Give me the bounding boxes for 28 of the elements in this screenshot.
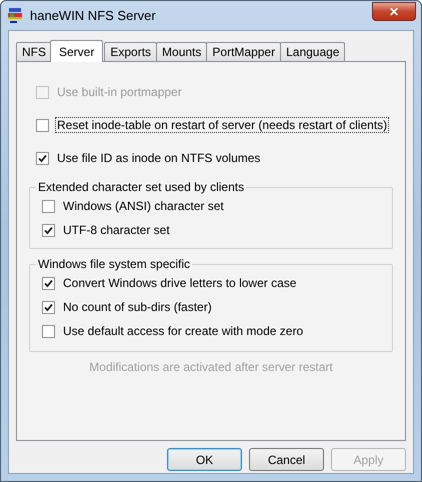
tab[interactable]: Exports [104,42,158,61]
tab[interactable]: Language [280,42,346,61]
checkbox-label[interactable]: Convert Windows drive letters to lower case [61,275,298,291]
checkbox-label[interactable]: Windows (ANSI) character set [61,198,226,214]
group-title: Windows file system specific [37,257,192,271]
tab[interactable]: PortMapper [206,42,282,61]
checkbox[interactable] [42,224,55,236]
checkbox-label[interactable]: No count of sub-dirs (faster) [61,299,214,315]
info-text: Modifications are activated after server restart [88,360,334,374]
dialog-button[interactable]: Cancel [249,448,324,471]
checkbox[interactable] [42,200,55,212]
checkbox-label[interactable]: UTF-8 character set [61,222,172,238]
checkbox[interactable] [36,152,49,164]
checkbox[interactable] [42,276,55,290]
window-title: haneWIN NFS Server [30,8,156,23]
checkbox[interactable] [36,118,49,132]
tab[interactable]: Mounts [156,42,208,61]
app-icon [8,6,24,24]
checkbox[interactable] [42,324,55,338]
tab[interactable]: NFS [16,42,52,61]
close-button[interactable]: ✕ [372,2,416,21]
dialog-button[interactable]: OK [167,448,242,471]
checkbox[interactable] [42,300,55,314]
tab[interactable]: Server [50,40,104,62]
group-title: Extended character set used by clients [37,180,246,194]
checkbox-label[interactable]: Use file ID as inode on NTFS volumes [55,150,262,166]
checkbox-label[interactable]: Reset inode-table on restart of server (needs restart of clients) [55,117,390,133]
checkbox-label[interactable]: Use default access for create with mode zero [61,323,306,339]
